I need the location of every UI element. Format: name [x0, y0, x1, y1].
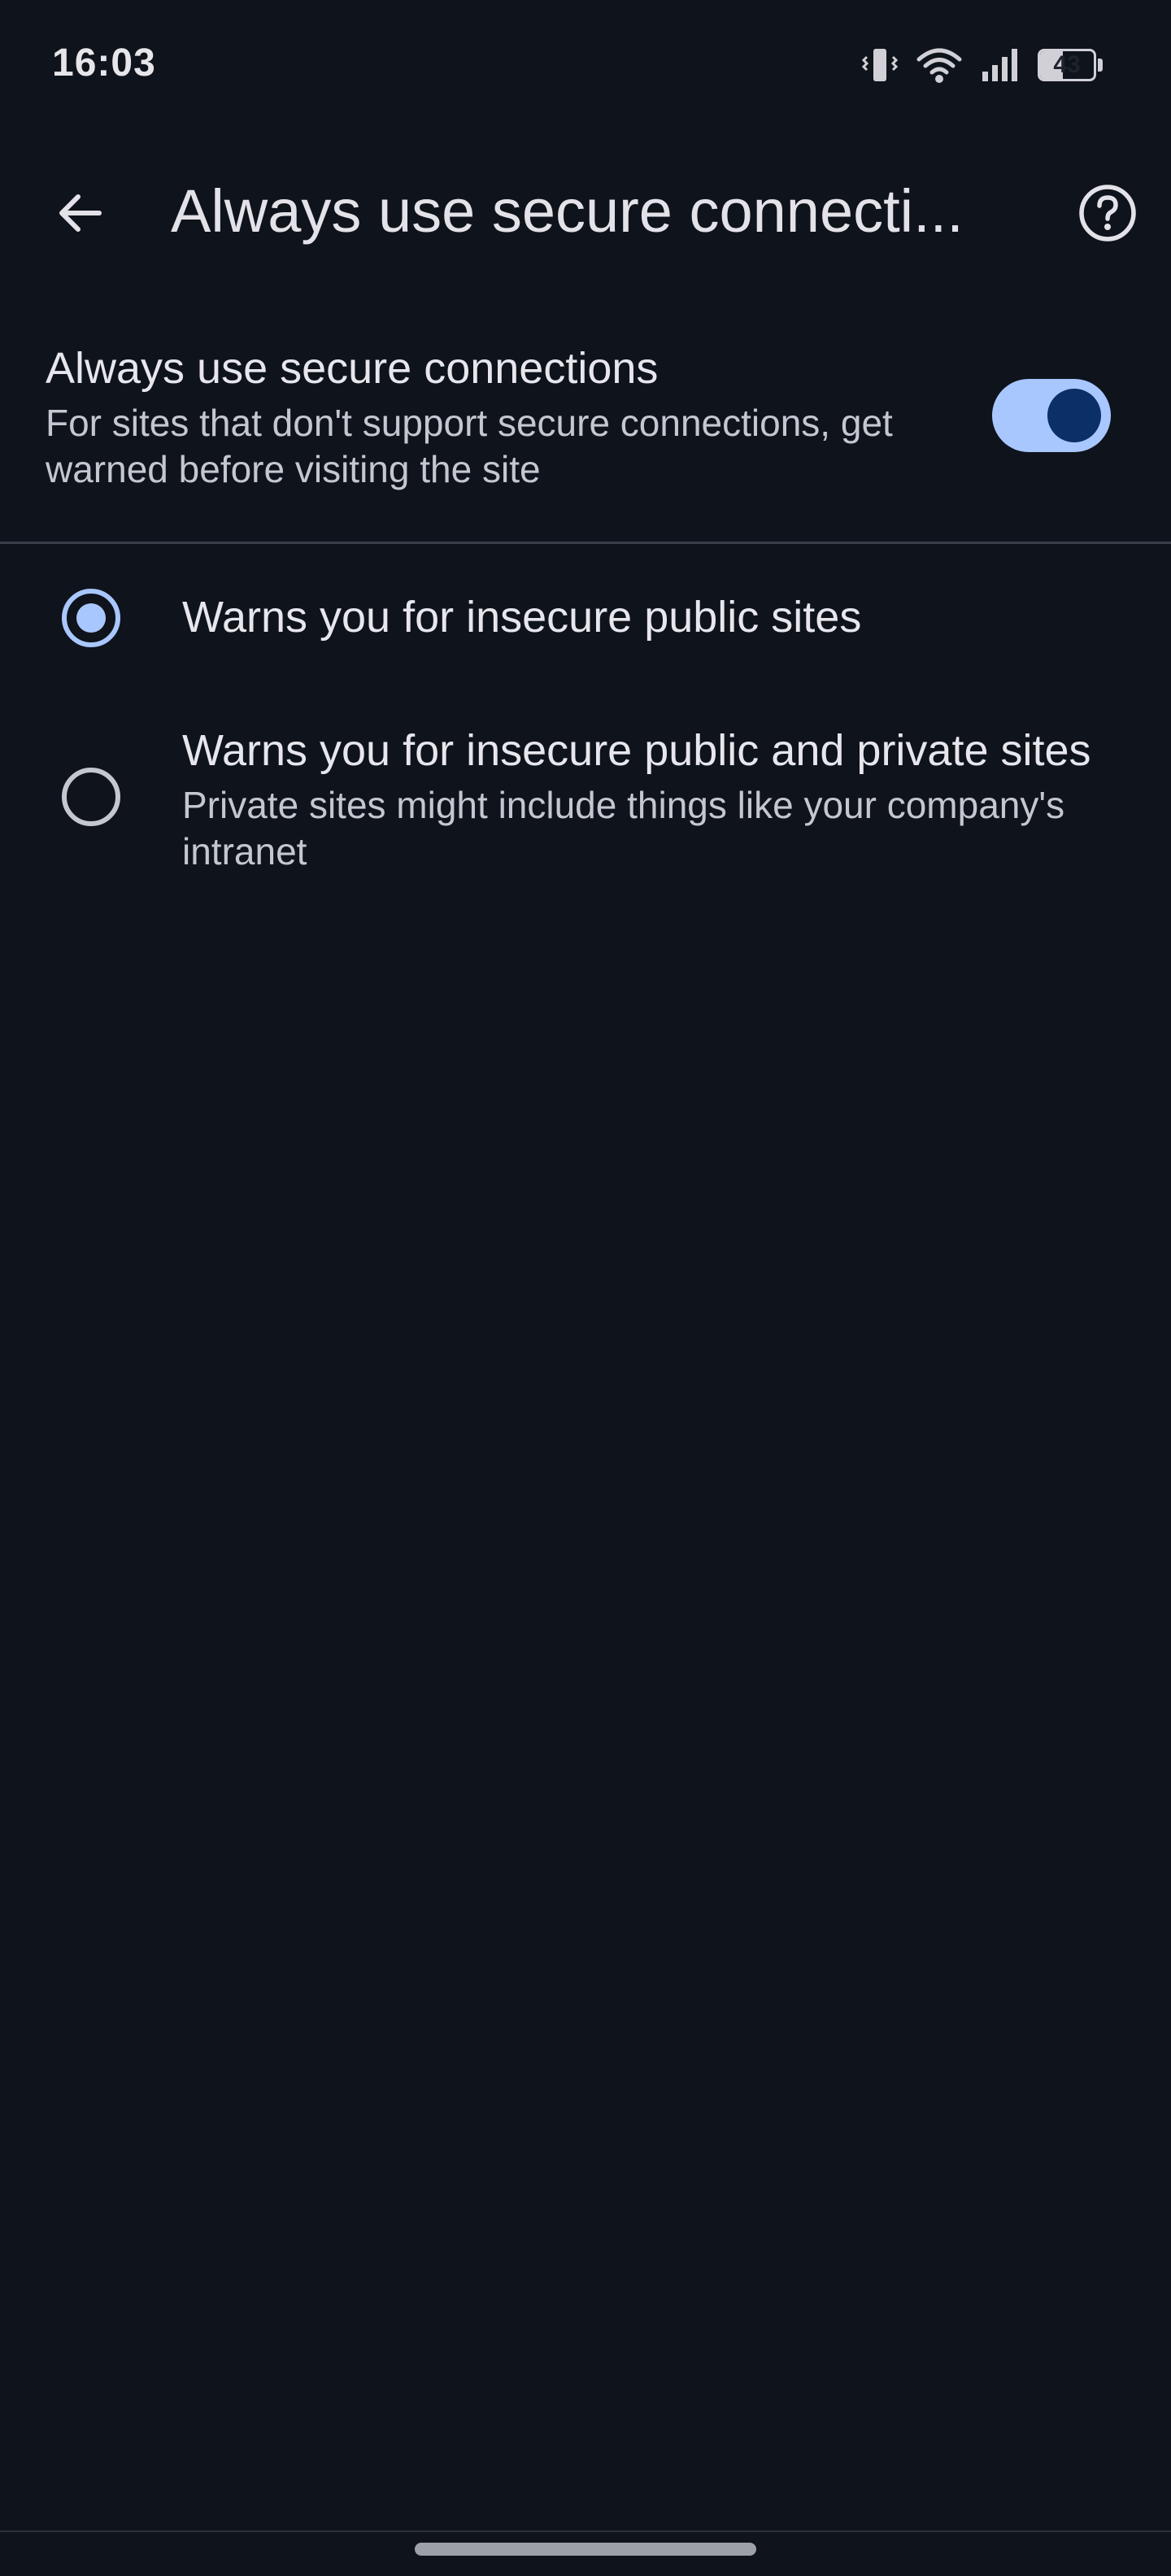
toggle-title: Always use secure connections — [46, 344, 659, 393]
battery-cap — [1098, 59, 1103, 72]
radio-button-unselected[interactable] — [62, 768, 120, 826]
help-circle-icon — [1079, 185, 1136, 242]
radio-button-selected[interactable] — [62, 589, 120, 647]
gesture-navigation-handle[interactable] — [415, 2543, 756, 2556]
option-summary: Private sites might include things like … — [182, 784, 1065, 872]
switch-knob — [1047, 389, 1101, 442]
secure-connections-switch[interactable] — [992, 379, 1111, 452]
bottom-divider — [0, 2530, 1171, 2532]
option-public-sites[interactable]: Warns you for insecure public sites — [0, 561, 1171, 675]
option-label: Warns you for insecure public and privat… — [182, 726, 1091, 775]
option-label: Warns you for insecure public sites — [182, 593, 862, 642]
battery-icon: 43 — [1038, 49, 1096, 81]
radio-dot — [76, 603, 106, 633]
option-public-and-private-sites[interactable]: Warns you for insecure public and privat… — [0, 707, 1171, 894]
status-bar: 16:03 43 — [0, 0, 1171, 130]
status-icons: 43 — [862, 44, 1103, 86]
cellular-signal-icon — [981, 47, 1020, 83]
back-button[interactable] — [46, 179, 114, 247]
arrow-back-icon — [59, 194, 102, 232]
secure-connections-toggle-row[interactable]: Always use secure connections For sites … — [0, 325, 1171, 537]
page-title: Always use secure connecti... — [171, 177, 964, 245]
battery-percent: 43 — [1053, 51, 1081, 78]
status-time: 16:03 — [52, 41, 156, 85]
toggle-summary: For sites that don't support secure conn… — [46, 402, 893, 490]
app-bar: Always use secure connecti... — [0, 154, 1171, 268]
vibrate-icon — [862, 46, 898, 85]
wifi-icon — [916, 46, 963, 84]
help-button[interactable] — [1073, 179, 1142, 247]
divider — [0, 542, 1171, 544]
